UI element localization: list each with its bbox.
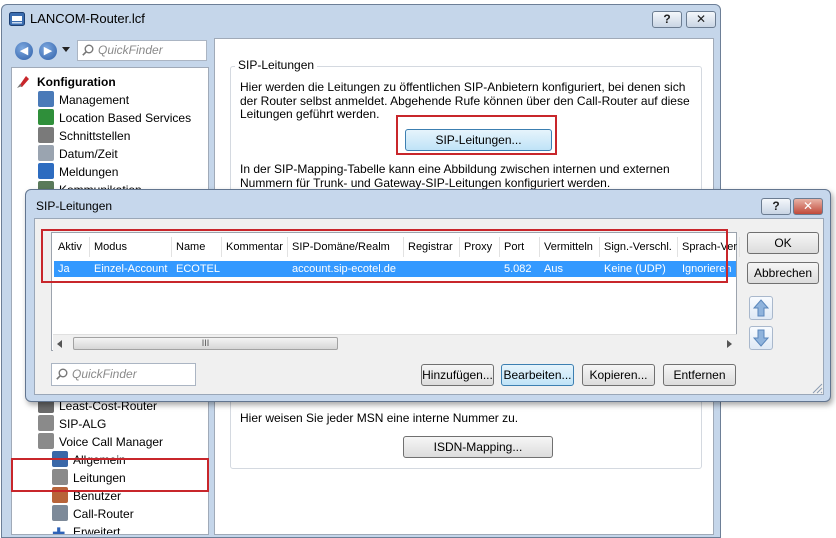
- close-button[interactable]: ✕: [686, 11, 716, 28]
- tree-item-datum-zeit[interactable]: Datum/Zeit: [38, 145, 191, 163]
- tree-item-management[interactable]: Management: [38, 91, 191, 109]
- tree-item-voice-call-manager[interactable]: Voice Call Manager: [38, 433, 163, 451]
- horizontal-scrollbar[interactable]: III: [53, 334, 737, 351]
- tree-item-erweitert[interactable]: ✚ Erweitert: [52, 523, 163, 535]
- tree-item-label: Location Based Services: [59, 111, 192, 125]
- mapping-description: In der SIP-Mapping-Tabelle kann eine Abb…: [240, 162, 670, 190]
- scroll-right-icon[interactable]: [727, 340, 732, 348]
- scroll-left-icon[interactable]: [57, 340, 62, 348]
- back-icon[interactable]: ◀: [15, 42, 33, 60]
- dialog-quickfinder-placeholder: QuickFinder: [72, 367, 137, 381]
- help-button[interactable]: ?: [652, 11, 682, 28]
- highlight-table: [41, 229, 728, 283]
- forward-icon[interactable]: ▶: [39, 42, 57, 60]
- tree-item-label: Management: [59, 93, 130, 107]
- quickfinder-input[interactable]: QuickFinder: [77, 40, 207, 61]
- dropdown-arrow-icon[interactable]: [62, 47, 70, 52]
- plus-icon: ✚: [52, 526, 66, 535]
- app-icon: [9, 12, 25, 26]
- tree-top-items: Management Location Based Services Schnitt…: [38, 91, 191, 199]
- phone-icon: [38, 433, 54, 449]
- dialog-close-button[interactable]: ✕: [793, 198, 823, 215]
- tree-item-meldungen[interactable]: Meldungen: [38, 163, 191, 181]
- tree-item-label: Datum/Zeit: [59, 147, 118, 161]
- tree-item-schnittstellen[interactable]: Schnittstellen: [38, 127, 191, 145]
- tree-item-sip-alg[interactable]: SIP-ALG: [38, 415, 163, 433]
- move-down-button[interactable]: [749, 326, 773, 350]
- tree-item-label: Meldungen: [59, 165, 119, 179]
- cancel-button[interactable]: Abbrechen: [747, 262, 819, 284]
- dialog-quickfinder-input[interactable]: QuickFinder: [51, 363, 196, 386]
- arrow-down-icon: [752, 329, 770, 347]
- dialog-help-button[interactable]: ?: [761, 198, 791, 215]
- dialog-title: SIP-Leitungen: [36, 199, 113, 213]
- dialog-search-icon: [56, 368, 68, 380]
- highlight-leitungen: [11, 458, 209, 492]
- isdn-mapping-button[interactable]: ISDN-Mapping...: [403, 436, 553, 458]
- sip-lines-dialog: SIP-Leitungen ? ✕ Aktiv Modus Name Kommenta…: [25, 189, 831, 402]
- phone-icon: [38, 415, 54, 431]
- remove-button[interactable]: Entfernen: [663, 364, 736, 386]
- tree-item-label: SIP-ALG: [59, 417, 107, 431]
- sip-group-label: SIP-Leitungen: [235, 58, 318, 72]
- tree-item-location-based-services[interactable]: Location Based Services: [38, 109, 191, 127]
- quickfinder-placeholder: QuickFinder: [98, 43, 163, 57]
- move-up-button[interactable]: [749, 296, 773, 320]
- add-button[interactable]: Hinzufügen...: [421, 364, 494, 386]
- tree-item-label: Voice Call Manager: [59, 435, 164, 449]
- tree-root-konfiguration[interactable]: Konfiguration: [16, 73, 116, 91]
- clock-icon: [38, 145, 54, 161]
- router-icon: [52, 505, 68, 521]
- tree-item-label: Call-Router: [73, 507, 134, 521]
- search-icon: [82, 44, 94, 56]
- isdn-description: Hier weisen Sie jeder MSN eine interne N…: [240, 411, 519, 425]
- tree-item-label: Schnittstellen: [59, 129, 131, 143]
- tree-item-label: Erweitert: [73, 525, 121, 535]
- configuration-icon: [17, 76, 29, 88]
- resize-grip-icon[interactable]: [811, 382, 823, 394]
- copy-button[interactable]: Kopieren...: [582, 364, 655, 386]
- management-icon: [38, 91, 54, 107]
- tree-root-label: Konfiguration: [37, 75, 116, 89]
- tree-item-call-router[interactable]: Call-Router: [52, 505, 163, 523]
- window-title: LANCOM-Router.lcf: [30, 11, 145, 26]
- scroll-thumb[interactable]: III: [73, 337, 338, 350]
- arrow-up-icon: [752, 299, 770, 317]
- scroll-thumb-grip: III: [201, 338, 210, 348]
- ok-button[interactable]: OK: [747, 232, 819, 254]
- interfaces-icon: [38, 127, 54, 143]
- location-icon: [38, 109, 54, 125]
- edit-button[interactable]: Bearbeiten...: [501, 364, 574, 386]
- info-icon: [38, 163, 54, 179]
- highlight-sip-button: [396, 115, 557, 155]
